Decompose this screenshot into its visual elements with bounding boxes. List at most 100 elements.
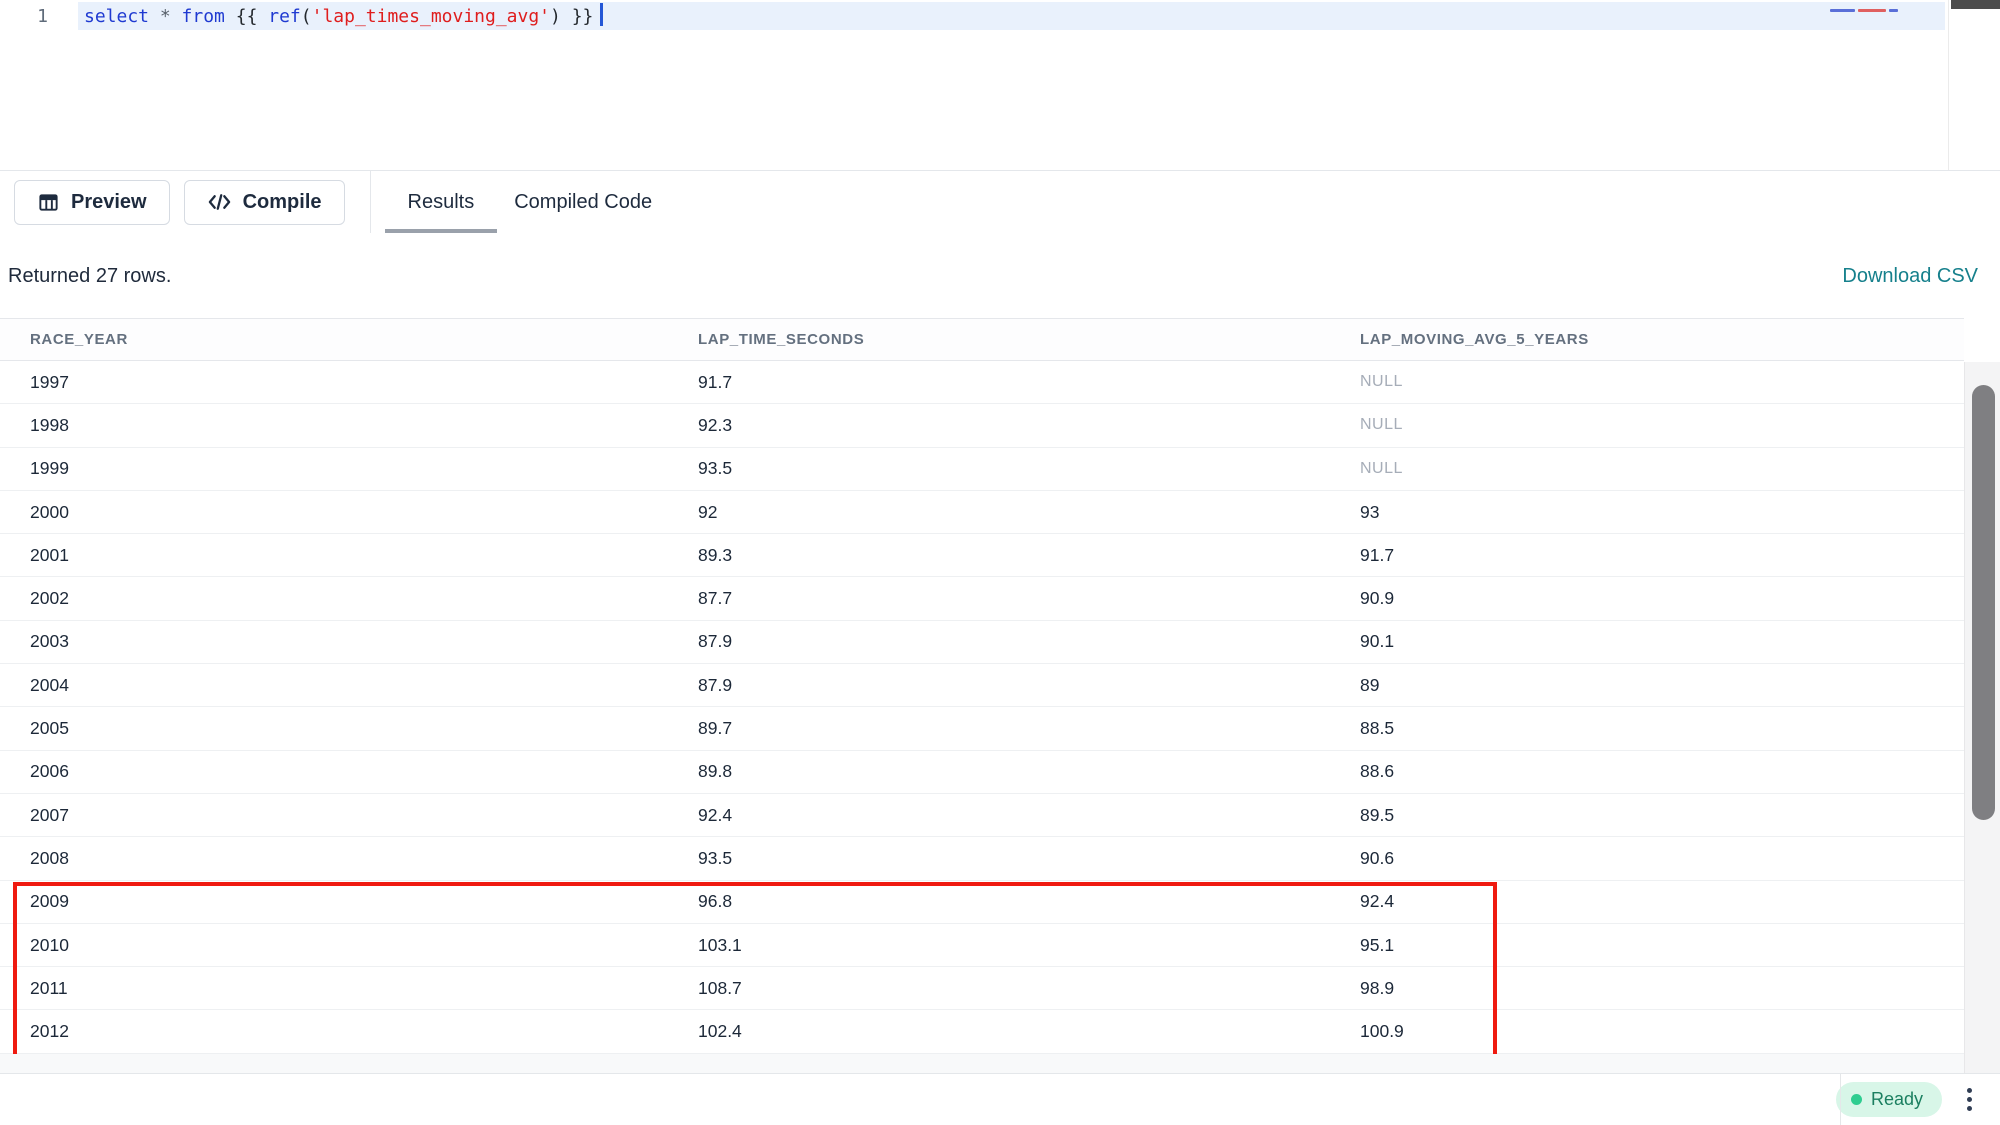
- table-cell: 2000: [30, 502, 698, 523]
- table-row: 199892.3NULL: [0, 404, 1964, 447]
- kebab-menu-button[interactable]: [1963, 1084, 1976, 1115]
- jinja-brace: {{: [236, 6, 269, 27]
- toolbar-divider: [370, 171, 371, 233]
- column-header-race-year: RACE_YEAR: [30, 331, 698, 348]
- minimap-code-mark: [1830, 9, 1855, 12]
- table-scrollbar-track[interactable]: [1964, 362, 2000, 1073]
- table-cell: 87.9: [698, 631, 1360, 652]
- kebab-menu-icon: [1967, 1088, 1972, 1093]
- text-cursor: [600, 3, 603, 26]
- table-header-row: RACE_YEAR LAP_TIME_SECONDS LAP_MOVING_AV…: [0, 318, 1964, 361]
- table-cell: 93: [1360, 502, 1964, 523]
- compile-button-label: Compile: [243, 191, 322, 214]
- preview-button[interactable]: Preview: [14, 180, 170, 225]
- table-cell: NULL: [1360, 416, 1964, 434]
- table-cell: 2011: [30, 978, 698, 999]
- table-row: 199791.7NULL: [0, 361, 1964, 404]
- tab-compiled-code[interactable]: Compiled Code: [514, 171, 652, 233]
- sql-string: 'lap_times_moving_avg': [312, 6, 550, 27]
- kebab-menu-icon: [1967, 1097, 1972, 1102]
- results-toolbar: Preview Compile Results Compiled Code: [0, 170, 2000, 233]
- table-cell: 89.7: [698, 718, 1360, 739]
- table-cell: 92.4: [698, 805, 1360, 826]
- table-cell: 2007: [30, 805, 698, 826]
- table-cell: 92.3: [698, 415, 1360, 436]
- table-cell: 87.9: [698, 675, 1360, 696]
- status-badge-label: Ready: [1871, 1089, 1923, 1110]
- table-cell: 98.9: [1360, 978, 1964, 999]
- table-cell: 2012: [30, 1021, 698, 1042]
- table-cell: 102.4: [698, 1021, 1360, 1042]
- returned-rows-text: Returned 27 rows.: [8, 265, 171, 288]
- jinja-brace: }}: [572, 6, 594, 27]
- table-cell: 89.8: [698, 761, 1360, 782]
- table-cell: NULL: [1360, 373, 1964, 391]
- compile-button[interactable]: Compile: [184, 180, 345, 225]
- preview-button-label: Preview: [71, 191, 147, 214]
- table-cell: 88.5: [1360, 718, 1964, 739]
- table-cell: 2010: [30, 935, 698, 956]
- results-info-bar: Returned 27 rows. Download CSV: [0, 252, 2000, 300]
- code-line[interactable]: select * from {{ ref('lap_times_moving_a…: [84, 3, 603, 30]
- table-row: 200589.788.5: [0, 707, 1964, 750]
- table-row: 200689.888.6: [0, 751, 1964, 794]
- table-cell: 92.4: [1360, 891, 1964, 912]
- active-tab-underline: [385, 229, 497, 233]
- table-cell: 89: [1360, 675, 1964, 696]
- code-icon: [207, 191, 232, 213]
- table-row: 200487.989: [0, 664, 1964, 707]
- paren: (: [301, 6, 312, 27]
- table-icon: [37, 191, 60, 214]
- table-cell: 91.7: [698, 372, 1360, 393]
- table-cell: 1997: [30, 372, 698, 393]
- partial-next-row: [0, 1054, 1964, 1073]
- table-row: 200189.391.7: [0, 534, 1964, 577]
- table-body: 199791.7NULL199892.3NULL199993.5NULL2000…: [0, 361, 1964, 1054]
- table-row: 200287.790.9: [0, 577, 1964, 620]
- table-cell: 88.6: [1360, 761, 1964, 782]
- table-cell: 108.7: [698, 978, 1360, 999]
- table-cell: 1999: [30, 458, 698, 479]
- table-cell: NULL: [1360, 460, 1964, 478]
- table-cell: 90.9: [1360, 588, 1964, 609]
- table-cell: 96.8: [698, 891, 1360, 912]
- table-cell: 95.1: [1360, 935, 1964, 956]
- table-cell: 100.9: [1360, 1021, 1964, 1042]
- results-table: RACE_YEAR LAP_TIME_SECONDS LAP_MOVING_AV…: [0, 318, 1964, 1054]
- table-cell: 89.5: [1360, 805, 1964, 826]
- table-cell: 91.7: [1360, 545, 1964, 566]
- jinja-ref-function: ref: [268, 6, 301, 27]
- tab-results-label: Results: [408, 191, 475, 214]
- table-cell: 2001: [30, 545, 698, 566]
- table-row: 199993.5NULL: [0, 448, 1964, 491]
- table-cell: 87.7: [698, 588, 1360, 609]
- table-cell: 93.5: [698, 458, 1360, 479]
- table-row: 20009293: [0, 491, 1964, 534]
- table-cell: 89.3: [698, 545, 1360, 566]
- table-cell: 92: [698, 502, 1360, 523]
- kebab-menu-icon: [1967, 1106, 1972, 1111]
- dbt-ide-results-panel: { "editor": { "line_number": "1", "code_…: [0, 0, 2000, 1124]
- table-cell: 2006: [30, 761, 698, 782]
- tab-results[interactable]: Results: [408, 171, 475, 233]
- table-cell: 90.1: [1360, 631, 1964, 652]
- table-cell: 2009: [30, 891, 698, 912]
- status-badge: Ready: [1836, 1082, 1942, 1117]
- table-row: 2012102.4100.9: [0, 1010, 1964, 1053]
- code-editor[interactable]: 1 select * from {{ ref('lap_times_moving…: [0, 0, 2000, 170]
- table-row: 200996.892.4: [0, 881, 1964, 924]
- table-scrollbar-thumb[interactable]: [1972, 385, 1995, 820]
- tab-compiled-code-label: Compiled Code: [514, 191, 652, 214]
- table-cell: 2005: [30, 718, 698, 739]
- table-cell: 2004: [30, 675, 698, 696]
- table-cell: 90.6: [1360, 848, 1964, 869]
- table-cell: 93.5: [698, 848, 1360, 869]
- minimap-divider: [1948, 0, 1949, 170]
- sql-keyword: from: [182, 6, 236, 27]
- download-csv-link[interactable]: Download CSV: [1842, 265, 1978, 288]
- bottom-status-bar: Ready: [0, 1073, 2000, 1124]
- table-cell: 1998: [30, 415, 698, 436]
- editor-scrollbar-thumb[interactable]: [1951, 0, 2000, 9]
- status-bar-divider: [1840, 1074, 1841, 1125]
- green-dot-icon: [1851, 1094, 1862, 1105]
